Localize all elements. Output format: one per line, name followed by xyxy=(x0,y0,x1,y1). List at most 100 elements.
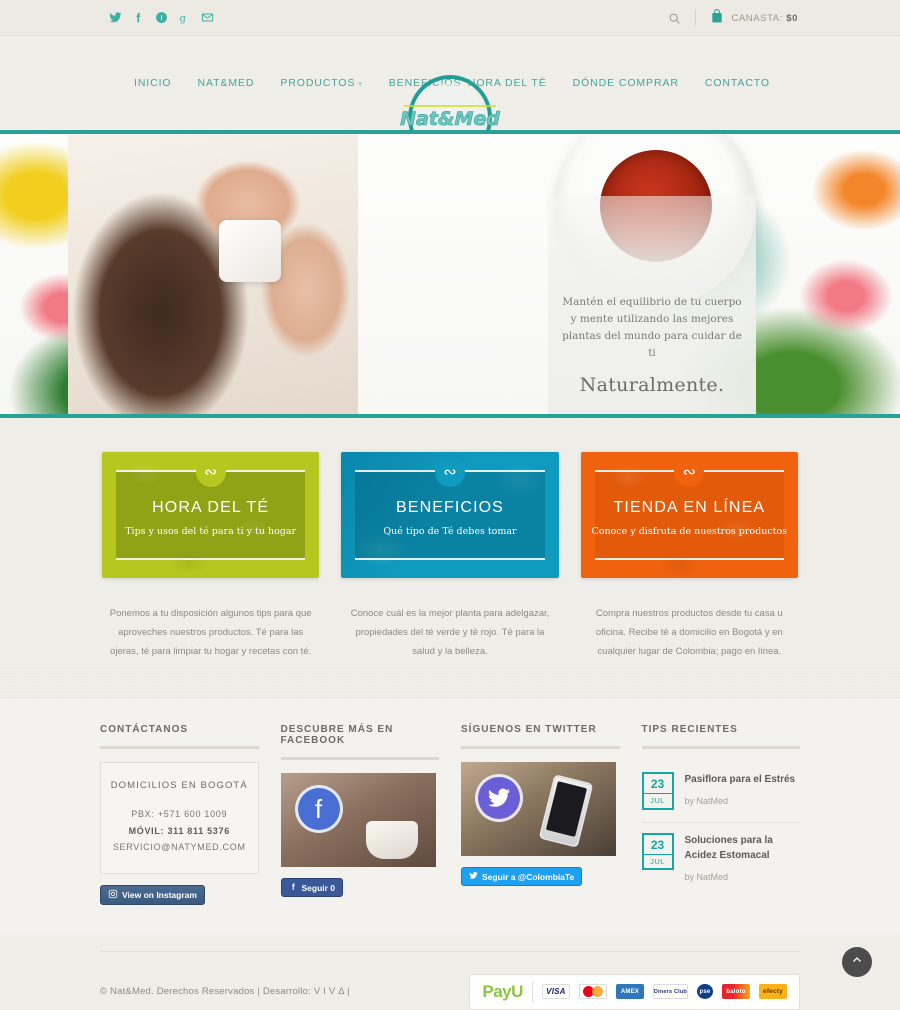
nav-item-donde-comprar[interactable]: DÓNDE COMPRAR xyxy=(573,77,679,89)
facebook-icon[interactable] xyxy=(131,11,145,25)
tip-month: JUL xyxy=(643,853,672,866)
tip-body: Pasiflora para el Estrés by NatMed xyxy=(685,772,796,806)
email-icon[interactable] xyxy=(200,11,214,25)
hero-banner: Mantén el equilibrio de tu cuerpo y ment… xyxy=(0,130,900,418)
twitter-icon xyxy=(475,774,523,822)
feature-cards-section: ∾ HORA DEL TÉ Tips y usos del té para ti… xyxy=(0,418,900,661)
card-link-hora-del-te[interactable]: ∾ HORA DEL TÉ Tips y usos del té para ti… xyxy=(102,452,320,578)
efecty-icon: efecty xyxy=(759,984,787,1000)
card-description: Conoce cuál es la mejor planta para adel… xyxy=(350,608,550,657)
pinterest-icon[interactable] xyxy=(154,11,168,25)
svg-text:g: g xyxy=(179,13,185,24)
nav-item-productos[interactable]: PRODUCTOS ▾ xyxy=(280,77,362,89)
back-to-top-button[interactable] xyxy=(842,946,872,977)
phone-shape xyxy=(538,774,594,848)
cart-button[interactable]: CANASTA: $0 xyxy=(710,8,798,29)
divider xyxy=(531,981,533,1002)
widget-facebook: DESCUBRE MÁS EN FACEBOOK f Seguir 0 xyxy=(280,724,439,905)
teacup-shape xyxy=(365,821,418,859)
widget-rule xyxy=(100,746,259,749)
contact-pbx: PBX: +571 600 1009 xyxy=(131,809,228,819)
card-link-tienda-en-linea[interactable]: ∾ TIENDA EN LÍNEA Conoce y disfruta de n… xyxy=(580,452,798,578)
tip-month: JUL xyxy=(643,793,672,805)
nav-item-hora-del-te[interactable]: HORA DEL TÉ xyxy=(468,77,547,89)
tip-day: 23 xyxy=(650,837,665,852)
topbar-right: CANASTA: $0 xyxy=(668,0,798,36)
card-title: BENEFICIOS xyxy=(396,499,504,516)
facebook-thumbnail[interactable]: f xyxy=(280,773,436,867)
facebook-follow-label: Seguir 0 xyxy=(301,882,336,893)
cart-label: CANASTA: $0 xyxy=(731,12,798,24)
site-header: INICIO NAT&MED PRODUCTOS ▾ BENEFICIOS Nat… xyxy=(0,36,900,161)
swirl-icon: ∾ xyxy=(434,457,465,487)
widget-rule xyxy=(280,757,439,760)
swirl-icon: ∾ xyxy=(195,457,226,487)
twitter-thumbnail[interactable] xyxy=(461,762,616,856)
widget-title: CONTÁCTANOS xyxy=(100,724,189,735)
card-description: Compra nuestros productos desde tu casa … xyxy=(595,608,783,657)
list-item[interactable]: 23 JUL Soluciones para la Acidez Estomac… xyxy=(641,823,801,894)
card-subtitle: Qué tipo de Té debes tomar xyxy=(383,526,517,537)
instagram-icon xyxy=(108,889,118,901)
nav-item-contacto[interactable]: CONTACTO xyxy=(705,77,770,89)
twitter-icon xyxy=(469,871,478,882)
twitter-follow-label: Seguir a @ColombiaTe xyxy=(482,871,575,882)
feature-card-tienda-en-linea: ∾ TIENDA EN LÍNEA Conoce y disfruta de n… xyxy=(580,452,798,661)
tip-title[interactable]: Soluciones para la Acidez Estomacal xyxy=(685,833,801,864)
footer-widgets: CONTÁCTANOS DOMICILIOS EN BOGOTÁ PBX: +5… xyxy=(0,697,900,935)
footer-divider xyxy=(100,950,800,952)
payu-logo: PayU xyxy=(482,981,523,1001)
facebook-icon: f xyxy=(294,785,343,833)
contact-email: SERVICIO@NATYMED.COM xyxy=(112,842,246,853)
contact-box-title: DOMICILIOS EN BOGOTÁ xyxy=(110,780,248,791)
tip-body: Soluciones para la Acidez Estomacal by N… xyxy=(685,833,801,882)
card-rule-bottom xyxy=(355,558,545,560)
chevron-down-icon: ▾ xyxy=(358,81,363,88)
nav-item-natmed[interactable]: NAT&MED xyxy=(198,77,255,89)
card-rule-bottom xyxy=(594,558,784,560)
twitter-icon[interactable] xyxy=(108,11,122,25)
widget-rule xyxy=(641,746,800,749)
hero-quote-text: Mantén el equilibrio de tu cuerpo y ment… xyxy=(562,296,742,359)
hero-quote-highlight: Naturalmente. xyxy=(579,374,725,396)
widget-tips: TIPS RECIENTES 23 JUL Pasiflora para el … xyxy=(641,724,801,905)
widget-title: TIPS RECIENTES xyxy=(641,724,738,735)
card-subtitle: Conoce y disfruta de nuestros productos xyxy=(591,526,788,537)
widget-rule xyxy=(461,746,620,749)
widget-contact: CONTÁCTANOS DOMICILIOS EN BOGOTÁ PBX: +5… xyxy=(100,724,259,905)
tip-day: 23 xyxy=(650,777,665,791)
widget-title: SÍGUENOS EN TWITTER xyxy=(461,724,597,735)
view-on-instagram-button[interactable]: View on Instagram xyxy=(100,884,205,905)
search-icon[interactable] xyxy=(668,12,681,25)
pse-icon: pse xyxy=(697,984,713,1000)
card-description: Ponemos a tu disposición algunos tips pa… xyxy=(109,608,312,657)
amex-icon: AMEX xyxy=(615,984,644,1000)
contact-mobile: MÓVIL: 311 811 5376 xyxy=(128,825,230,836)
hero-quote-panel: Mantén el equilibrio de tu cuerpo y ment… xyxy=(548,196,756,414)
svg-text:Nat&Med: Nat&Med xyxy=(400,108,500,130)
feature-card-hora-del-te: ∾ HORA DEL TÉ Tips y usos del té para ti… xyxy=(102,452,320,661)
divider xyxy=(695,10,697,26)
list-item[interactable]: 23 JUL Pasiflora para el Estrés by NatMe… xyxy=(641,762,800,823)
widget-twitter: SÍGUENOS EN TWITTER Seguir a @ColombiaTe xyxy=(461,724,620,905)
cart-total: $0 xyxy=(786,12,798,24)
card-rule-bottom xyxy=(116,558,306,560)
twitter-follow-button[interactable]: Seguir a @ColombiaTe xyxy=(461,867,583,886)
feature-card-beneficios: ∾ BENEFICIOS Qué tipo de Té debes tomar … xyxy=(341,452,559,661)
chevron-up-icon xyxy=(851,954,863,969)
tip-title[interactable]: Pasiflora para el Estrés xyxy=(685,772,796,788)
card-title: TIENDA EN LÍNEA xyxy=(613,499,766,516)
top-bar: g CANASTA: $0 xyxy=(0,0,900,36)
tip-date-badge: 23 JUL xyxy=(641,832,674,870)
card-title: HORA DEL TÉ xyxy=(152,499,270,516)
nav-item-inicio[interactable]: INICIO xyxy=(134,77,172,89)
mastercard-icon xyxy=(578,984,607,1000)
shopping-bag-icon xyxy=(710,8,724,29)
google-plus-icon[interactable]: g xyxy=(177,11,191,25)
facebook-icon xyxy=(289,882,298,893)
payment-methods-bar: PayU VISA AMEX Diners Club pse baloto ef… xyxy=(469,973,800,1010)
card-link-beneficios[interactable]: ∾ BENEFICIOS Qué tipo de Té debes tomar xyxy=(341,452,559,578)
facebook-follow-button[interactable]: Seguir 0 xyxy=(280,878,344,897)
hero-photo-woman-drinking-tea xyxy=(68,134,358,414)
card-subtitle: Tips y usos del té para ti y tu hogar xyxy=(125,526,297,537)
